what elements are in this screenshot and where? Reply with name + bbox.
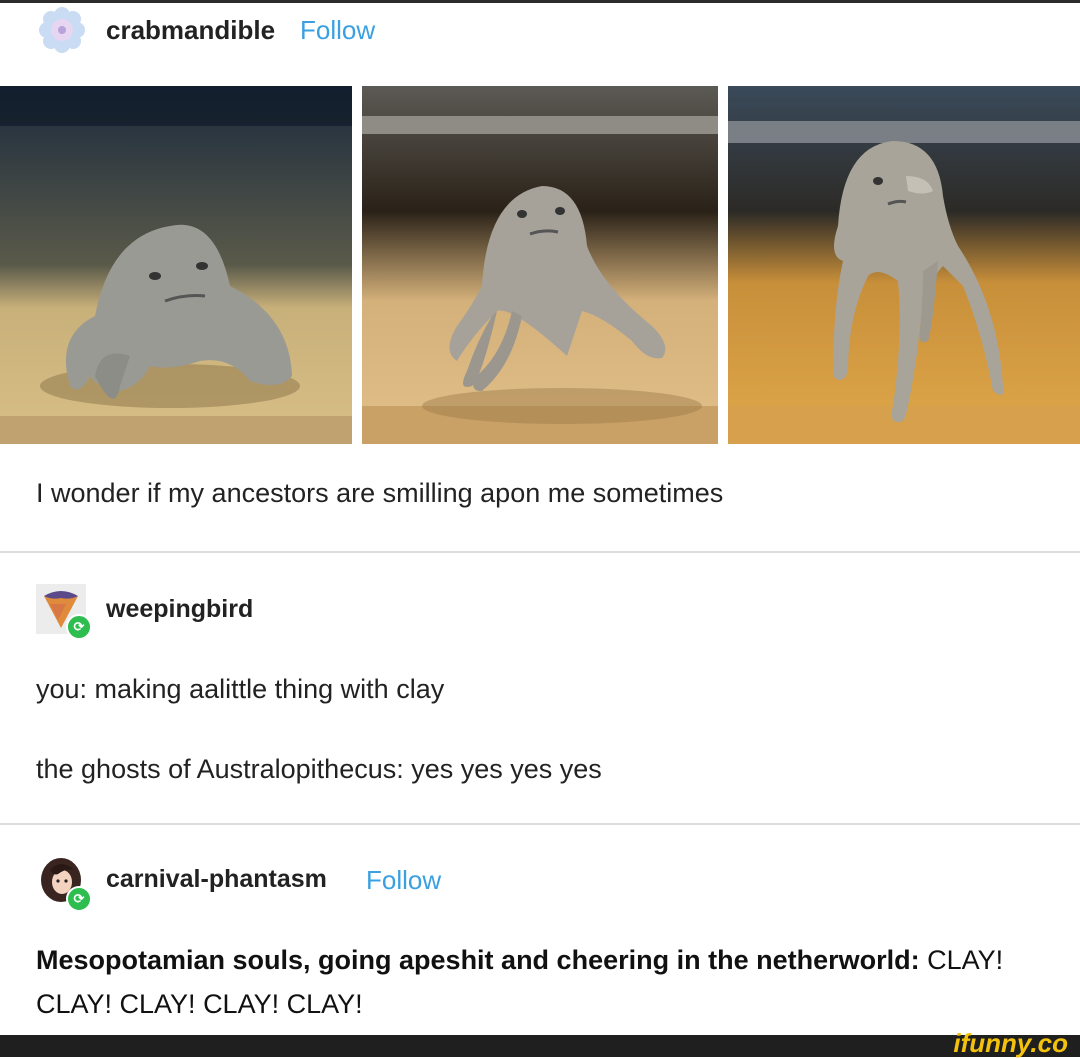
flower-avatar-icon: [36, 4, 88, 56]
reblog-text-line: the ghosts of Australopithecus: yes yes …: [36, 754, 602, 784]
footer-bar: [0, 1035, 1080, 1057]
follow-button[interactable]: Follow: [300, 15, 375, 46]
ifunny-watermark: ifunny.co: [953, 1028, 1068, 1058]
post-caption: I wonder if my ancestors are smilling ap…: [36, 478, 724, 508]
reblog-icon: ⟳: [66, 886, 92, 912]
crabmandible-avatar[interactable]: [36, 4, 88, 56]
follow-button[interactable]: Follow: [366, 865, 441, 896]
post-username[interactable]: crabmandible: [106, 15, 275, 46]
reblog-text-line: you: making aalittle thing with clay: [36, 674, 445, 704]
photo-set: [0, 86, 1080, 444]
clay-creature-photo-3[interactable]: [728, 86, 1080, 444]
reblog-text: Mesopotamian souls, going apeshit and ch…: [36, 938, 1036, 1026]
clay-creature-photo-2[interactable]: [362, 86, 718, 444]
divider: [0, 823, 1080, 825]
weepingbird-avatar[interactable]: ⟳: [36, 584, 92, 640]
clay-creature-photo-1[interactable]: [0, 86, 352, 444]
top-rule: [0, 0, 1080, 3]
reblog-username[interactable]: weepingbird: [106, 595, 253, 624]
reblog-text-bold: Mesopotamian souls, going apeshit and ch…: [36, 945, 920, 975]
reblog-username[interactable]: carnival-phantasm: [106, 865, 327, 894]
reblog-icon: ⟳: [66, 614, 92, 640]
carnival-phantasm-avatar[interactable]: ⟳: [36, 854, 92, 912]
divider: [0, 551, 1080, 553]
